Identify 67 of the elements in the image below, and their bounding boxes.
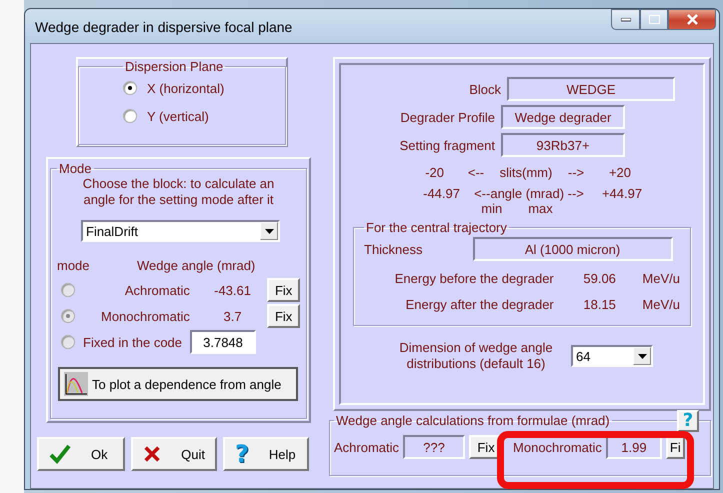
- radio-button[interactable]: [61, 309, 75, 323]
- fix-button[interactable]: Fix: [267, 278, 300, 302]
- minimize-icon: [620, 18, 630, 22]
- caret-icon: [264, 228, 274, 234]
- field-label: Block: [468, 82, 501, 96]
- column-header: mode: [57, 258, 91, 273]
- energy-unit: MeV/u: [641, 296, 680, 312]
- fix-button[interactable]: Fix: [267, 304, 300, 328]
- formula-label: Monochromatic: [513, 440, 602, 454]
- arrow-text: -->: [566, 165, 586, 180]
- distribution-dropdown[interactable]: 64: [571, 345, 653, 367]
- cross-icon: [143, 444, 162, 464]
- distribution-label: Dimension of wedge angle distributions (default 16): [398, 340, 554, 372]
- help-button[interactable]: ? Help: [223, 437, 309, 471]
- range-value: -44.97: [422, 186, 460, 201]
- range-value: -20: [424, 165, 444, 180]
- group-title: Mode: [58, 161, 93, 176]
- mode-label: Fixed in the code: [83, 334, 182, 350]
- ok-button[interactable]: Ok: [37, 437, 125, 471]
- field-label: Degrader Profile: [399, 110, 495, 124]
- arrow-text: <--: [466, 165, 486, 180]
- chart-icon: [64, 372, 88, 396]
- field-value: 93Rb37+: [501, 133, 625, 157]
- energy-value: 59.06: [582, 270, 617, 286]
- field-label: Thickness: [364, 242, 423, 256]
- range-value: +20: [608, 165, 632, 180]
- min-label: min: [481, 201, 502, 216]
- group-title: For the central trajectory: [365, 220, 508, 235]
- energy-unit: MeV/u: [641, 270, 680, 286]
- field-value: Wedge degrader: [501, 105, 625, 129]
- formula-label: Achromatic: [334, 440, 400, 454]
- radio-button[interactable]: [61, 283, 75, 297]
- question-icon: ?: [235, 440, 249, 468]
- plot-button[interactable]: To plot a dependence from angle: [58, 367, 298, 401]
- field-value: WEDGE: [507, 77, 675, 101]
- range-value: +44.97: [600, 186, 644, 201]
- angle-value: -43.61: [213, 282, 252, 298]
- block-dropdown[interactable]: FinalDrift: [81, 220, 280, 242]
- radio-button[interactable]: [61, 335, 75, 349]
- field-value: Al (1000 micron): [472, 237, 673, 261]
- maximize-icon: [648, 15, 660, 24]
- radio-option[interactable]: X (horizontal): [123, 74, 277, 102]
- energy-label: Energy after the degrader: [404, 296, 554, 312]
- formula-value: ???: [403, 435, 466, 459]
- range-label: slits(mm): [498, 165, 554, 180]
- max-label: max: [528, 201, 553, 216]
- angle-value: 3.7: [222, 308, 243, 324]
- caret-icon: [638, 354, 646, 358]
- window-title: Wedge degrader in dispersive focal plane: [34, 18, 292, 35]
- energy-value: 18.15: [582, 296, 617, 312]
- mode-label: Monochromatic: [100, 308, 190, 324]
- column-header: Wedge angle (mrad): [137, 258, 256, 273]
- close-icon: [686, 14, 698, 25]
- quit-button[interactable]: Quit: [131, 437, 217, 471]
- instruction-text: Choose the block: to calculate an angle for the setting mode after it: [82, 176, 276, 208]
- group-title: Dispersion Plane: [124, 59, 224, 74]
- angle-input[interactable]: 3.7848: [190, 330, 256, 354]
- minimize-button[interactable]: [611, 9, 640, 30]
- field-label: Setting fragment: [398, 138, 495, 152]
- close-button[interactable]: [668, 9, 716, 30]
- check-icon: [49, 444, 71, 464]
- mode-label: Achromatic: [124, 282, 190, 298]
- maximize-button[interactable]: [640, 9, 668, 30]
- radio-option[interactable]: Y (vertical): [123, 102, 277, 130]
- group-title: Wedge angle calculations from formulae (mrad): [335, 414, 611, 427]
- range-label: <--angle (mrad) -->: [473, 186, 585, 201]
- energy-label: Energy before the degrader: [394, 270, 554, 286]
